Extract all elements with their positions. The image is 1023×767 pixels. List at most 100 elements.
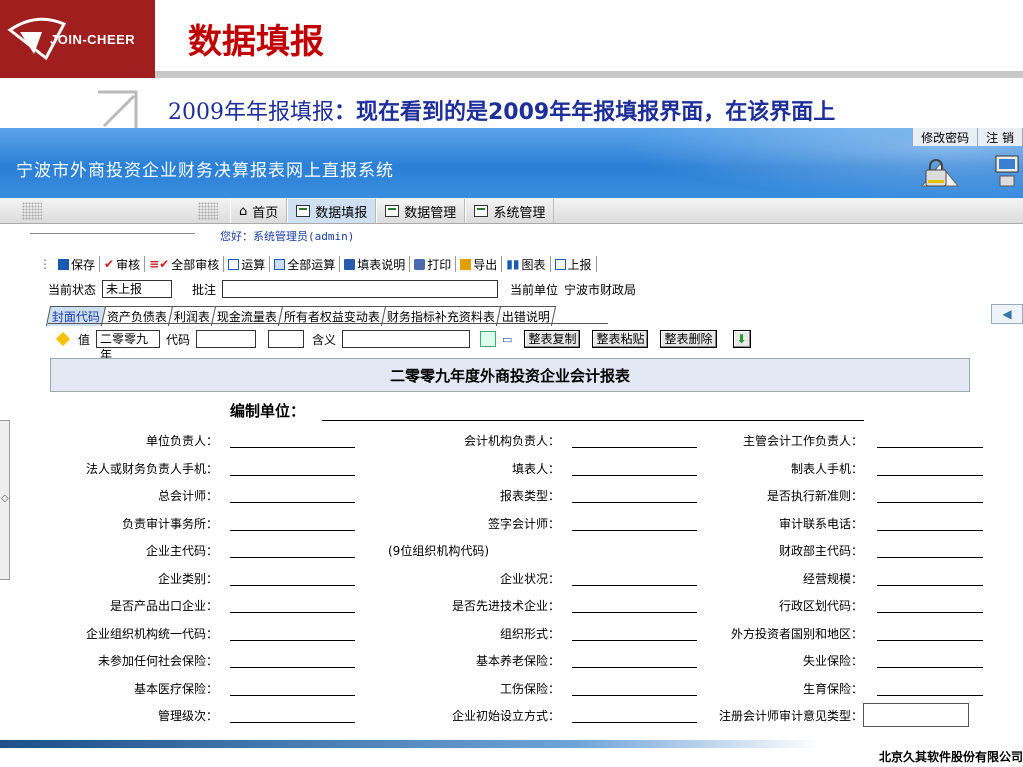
refresh-icon[interactable] xyxy=(480,331,497,347)
print-icon xyxy=(414,258,426,270)
form-field-input[interactable] xyxy=(877,502,983,503)
form-field-label: 会计机构负责人： xyxy=(463,434,560,448)
form-field-input[interactable] xyxy=(877,584,983,586)
left-panel-toggle[interactable]: ◇ xyxy=(0,420,10,580)
code-input-2[interactable] xyxy=(268,330,305,348)
form-field-label: 法人或财务负责人手机： xyxy=(85,461,218,476)
form-field-label: 企业组织机构统一代码： xyxy=(85,626,218,641)
calculate-button[interactable]: 运算 xyxy=(224,256,271,272)
instructions-button[interactable]: 填表说明 xyxy=(340,256,411,272)
form-field-label: 组织形式： xyxy=(499,626,560,641)
value-input[interactable]: 二零零九年 xyxy=(96,330,161,362)
audit-all-button[interactable]: ≡✔ 全部审核 xyxy=(145,256,225,272)
form-field-input[interactable] xyxy=(230,474,355,476)
print-button[interactable]: 打印 xyxy=(410,256,457,272)
form-field-input[interactable] xyxy=(230,557,355,558)
form-field-input[interactable] xyxy=(230,447,355,448)
form-field-input[interactable] xyxy=(230,639,355,641)
status-row: 当前状态 未上报 批注 当前单位 宁波市财政局 xyxy=(48,280,636,298)
form-field-input[interactable] xyxy=(877,667,983,668)
slide-title: 数据填报 xyxy=(188,22,324,62)
menu-data-management[interactable]: 数据管理 xyxy=(376,199,466,223)
logout-link[interactable]: 注 销 xyxy=(978,128,1023,146)
form-field-input[interactable] xyxy=(230,722,355,723)
form-field-input[interactable] xyxy=(877,612,983,613)
save-button[interactable]: 保存 xyxy=(54,256,101,272)
form-field-input[interactable] xyxy=(230,694,355,696)
menu-data-entry[interactable]: 数据填报 xyxy=(287,199,377,223)
form-field-input[interactable] xyxy=(572,529,697,531)
form-field-input[interactable] xyxy=(877,639,983,641)
form-field-input[interactable] xyxy=(572,694,697,696)
chevron-left-icon: ◀ xyxy=(1002,307,1012,321)
export-button[interactable]: 导出 xyxy=(456,256,503,272)
export-label: 导出 xyxy=(473,257,498,272)
form-field-label: 填表人： xyxy=(511,461,560,476)
calculate-all-button[interactable]: 全部运算 xyxy=(270,256,341,272)
form-field-input[interactable] xyxy=(572,584,697,586)
instructions-label: 填表说明 xyxy=(357,257,406,272)
form-field-input[interactable] xyxy=(572,612,697,613)
paste-table-button[interactable]: 整表粘贴 xyxy=(592,330,649,348)
form-icon xyxy=(385,205,400,217)
form-field-input[interactable] xyxy=(230,667,355,668)
audit-label: 审核 xyxy=(116,257,141,272)
meaning-input[interactable] xyxy=(342,330,471,348)
copy-table-button[interactable]: 整表复制 xyxy=(524,330,581,348)
change-password-link[interactable]: 修改密码 xyxy=(913,128,979,146)
unit-label: 编制单位： xyxy=(230,402,306,420)
form-field-input[interactable] xyxy=(877,447,983,448)
form-field-input[interactable] xyxy=(877,529,983,531)
form-field-input[interactable] xyxy=(230,612,355,613)
form-field-input[interactable] xyxy=(572,722,697,723)
form-field-input[interactable] xyxy=(572,474,697,476)
window-icon[interactable]: ▭ xyxy=(502,333,512,346)
form-icon xyxy=(296,205,311,217)
form-field-input[interactable] xyxy=(572,447,697,448)
unit-input[interactable] xyxy=(322,420,864,421)
header-divider xyxy=(155,71,1023,78)
collapse-tab[interactable] xyxy=(30,224,195,234)
diamond-icon xyxy=(55,331,71,347)
form-row: 未参加任何社会保险： 基本养老保险： 失业保险： xyxy=(50,648,983,672)
form-field-input[interactable] xyxy=(230,529,355,531)
menu-system-management[interactable]: 系统管理 xyxy=(465,199,555,223)
arrow-down-icon[interactable]: ⬇ xyxy=(732,330,751,348)
form-field-label: 外方投资者国别和地区： xyxy=(730,626,863,641)
form-field-label: 审计联系电话： xyxy=(778,516,863,531)
tabs-baseline xyxy=(48,323,608,324)
lock-icon[interactable] xyxy=(916,156,964,192)
form-row: 负责审计事务所： 签字会计师： 审计联系电话： xyxy=(50,511,983,535)
chart-label: 图表 xyxy=(521,257,546,272)
save-icon xyxy=(58,258,69,270)
current-state-field[interactable]: 未上报 xyxy=(102,280,173,298)
form-field-input[interactable] xyxy=(877,694,983,696)
calculate-label: 运算 xyxy=(241,257,266,272)
note-field[interactable] xyxy=(222,280,499,298)
form-field-input[interactable] xyxy=(572,667,697,668)
computer-icon[interactable] xyxy=(992,152,1023,192)
code-input-1[interactable] xyxy=(196,330,257,348)
form-field-input[interactable] xyxy=(877,474,983,476)
form-field-input[interactable] xyxy=(230,502,355,503)
form-field-label: 单位负责人： xyxy=(145,434,218,448)
top-links: 修改密码 注 销 xyxy=(912,128,1023,146)
menu-home[interactable]: ⌂ 首页 xyxy=(230,199,288,223)
chart-button[interactable]: ▮▮ 图表 xyxy=(502,256,551,272)
form-field-input[interactable] xyxy=(572,502,697,503)
form-field-input[interactable] xyxy=(877,557,983,558)
delete-table-button[interactable]: 整表删除 xyxy=(660,330,717,348)
form-field-input[interactable] xyxy=(230,584,355,586)
form-field-label: 失业保险： xyxy=(802,654,863,668)
scroll-left-button[interactable]: ◀ xyxy=(991,304,1023,324)
submit-report-button[interactable]: 上报 xyxy=(551,256,597,272)
book-icon xyxy=(344,258,356,270)
form-field-input[interactable] xyxy=(572,639,697,641)
form-field-label: 制表人手机： xyxy=(790,461,863,476)
current-unit-label: 当前单位 xyxy=(510,282,559,297)
form-field-label: 基本养老保险： xyxy=(475,654,560,668)
org-code-note: (9位组织机构代码) xyxy=(388,544,489,558)
audit-opinion-input[interactable] xyxy=(863,703,969,727)
form-field-label: 管理级次： xyxy=(157,709,218,723)
audit-button[interactable]: ✔ 审核 xyxy=(100,256,146,272)
